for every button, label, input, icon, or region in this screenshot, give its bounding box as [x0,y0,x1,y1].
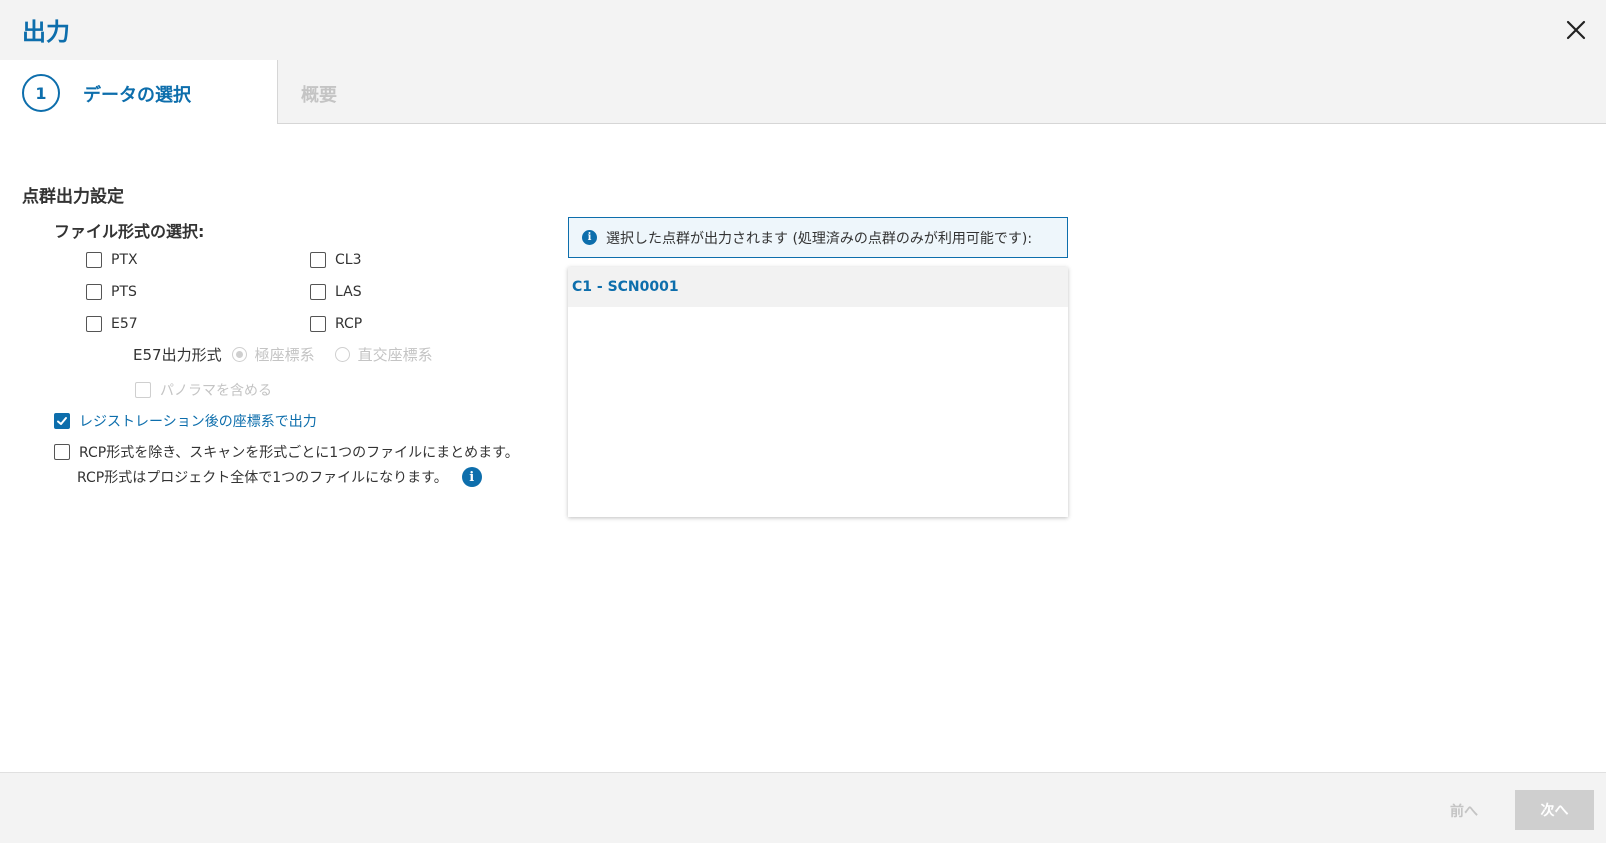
checkbox-box[interactable] [310,252,326,268]
point-cloud-list: C1 - SCN0001 [568,267,1068,517]
checkbox-label: CL3 [335,252,362,268]
checkbox-cl3[interactable]: CL3 [310,252,361,268]
radio-cartesian[interactable] [334,347,350,362]
next-button[interactable]: 次へ [1515,790,1594,830]
format-heading: ファイル形式の選択: [54,222,205,241]
checkbox-label: RCP [335,316,363,332]
checkbox-label: RCP形式を除き、スキャンを形式ごとに1つのファイルにまとめます。 [79,445,519,461]
merge-note-text: RCP形式はプロジェクト全体で1つのファイルになります。 [77,470,448,486]
info-text: 選択した点群が出力されます (処理済みの点群のみが利用可能です): [606,230,1033,247]
checkbox-box[interactable] [310,284,326,300]
merge-note: RCP形式はプロジェクト全体で1つのファイルになります。 i [77,467,482,487]
checkbox-ptx[interactable]: PTX [86,252,138,268]
checkbox-include-panorama[interactable]: パノラマを含める [135,380,272,400]
checkbox-e57[interactable]: E57 [86,316,138,332]
radio-label: 極座標系 [254,346,315,364]
checkbox-box[interactable] [86,252,102,268]
checkbox-box[interactable] [135,382,151,398]
checkbox-label: E57 [111,316,138,332]
checkbox-box[interactable] [54,413,70,429]
checkbox-label: パノラマを含める [160,383,272,399]
radio-polar[interactable] [231,347,247,362]
info-banner: i 選択した点群が出力されます (処理済みの点群のみが利用可能です): [568,217,1068,258]
checkbox-label: PTS [111,284,137,300]
checkbox-rcp[interactable]: RCP [310,316,362,332]
checkbox-pts[interactable]: PTS [86,284,137,300]
e57-format-label: E57出力形式 [133,346,222,364]
checkbox-box[interactable] [86,284,102,300]
checkbox-box[interactable] [310,316,326,332]
e57-format-row: E57出力形式 極座標系 直交座標系 [133,344,433,365]
step-number: 1 [22,74,60,112]
checkbox-label: PTX [111,252,138,268]
checkbox-box[interactable] [86,316,102,332]
list-item[interactable]: C1 - SCN0001 [568,267,1068,307]
checkmark-icon [57,417,67,425]
checkbox-registration-output[interactable]: レジストレーション後の座標系で出力 [54,411,317,431]
step-summary[interactable]: 概要 [277,60,1606,124]
dialog-title: 出力 [22,18,70,46]
dialog-footer: 前へ 次へ [0,772,1606,843]
step-label: 概要 [301,85,337,106]
dialog-header: 出力 [0,0,1606,60]
info-icon: i [582,230,597,245]
step-label: データの選択 [83,85,191,106]
step-bar: 1 データの選択 概要 [0,60,1606,124]
prev-button[interactable]: 前へ [1450,801,1478,821]
close-icon[interactable] [1562,16,1590,44]
checkbox-label: レジストレーション後の座標系で出力 [79,414,317,430]
checkbox-label: LAS [335,284,362,300]
section-title: 点群出力設定 [22,187,124,207]
step-select-data[interactable]: 1 データの選択 [0,60,277,124]
checkbox-merge-files[interactable]: RCP形式を除き、スキャンを形式ごとに1つのファイルにまとめます。 [54,442,519,462]
checkbox-box[interactable] [54,444,70,460]
info-icon[interactable]: i [461,467,482,487]
radio-label: 直交座標系 [357,346,433,364]
checkbox-las[interactable]: LAS [310,284,362,300]
